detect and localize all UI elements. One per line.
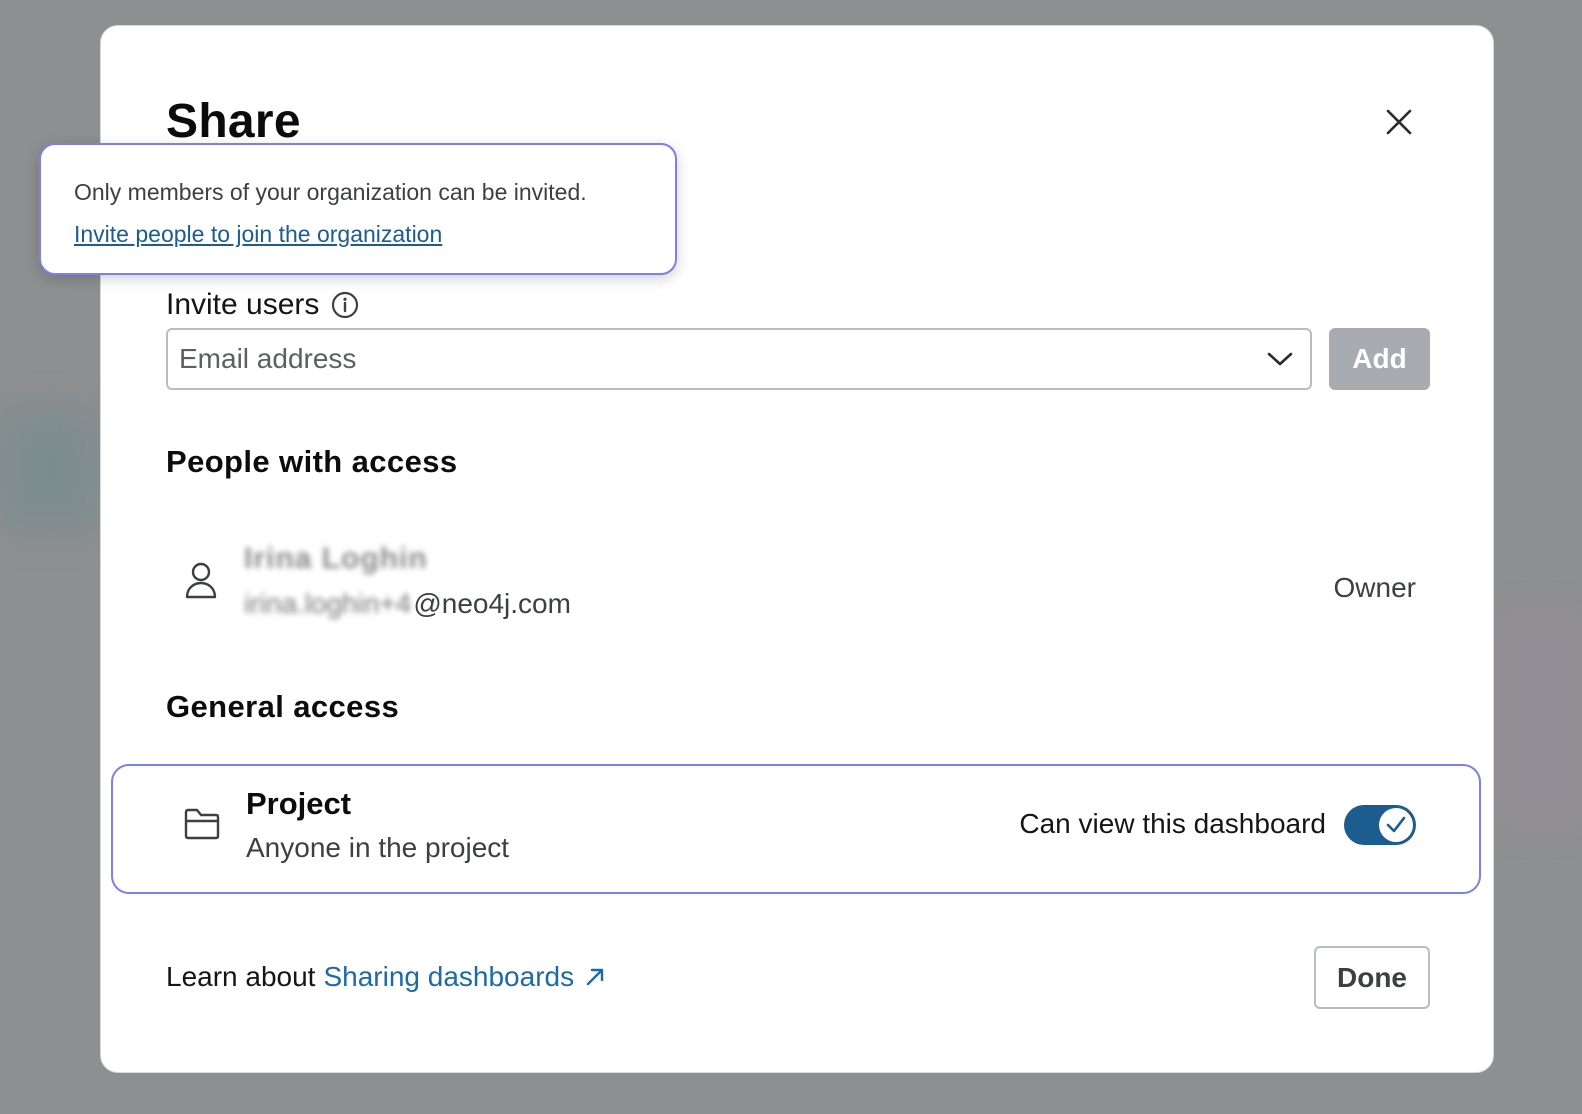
external-link-icon — [584, 966, 606, 988]
person-row: Irina Loghin irina.loghin+4 @neo4j.com O… — [166, 536, 1416, 626]
people-with-access-heading: People with access — [166, 444, 458, 479]
toggle-knob — [1379, 808, 1413, 842]
sharing-dashboards-link[interactable]: Sharing dashboards — [323, 961, 606, 993]
tooltip-message: Only members of your organization can be… — [74, 179, 587, 205]
email-dropdown-toggle[interactable] — [1250, 330, 1310, 388]
chevron-down-icon — [1267, 352, 1293, 366]
view-permission-toggle[interactable] — [1344, 805, 1416, 845]
org-invite-tooltip: Only members of your organization can be… — [39, 143, 677, 275]
info-icon[interactable] — [331, 291, 359, 319]
background-blur-right — [1500, 620, 1582, 820]
general-access-heading: General access — [166, 689, 400, 724]
sharing-dashboards-link-label: Sharing dashboards — [323, 961, 575, 992]
learn-about-row: Learn about Sharing dashboards — [166, 961, 606, 993]
person-role: Owner — [1333, 572, 1416, 603]
person-name: Irina Loghin — [244, 542, 428, 575]
invite-users-label: Invite users — [166, 288, 320, 321]
permission-label: Can view this dashboard — [1019, 808, 1326, 839]
person-email-prefix: irina.loghin+4 — [244, 588, 412, 619]
folder-icon — [184, 808, 220, 840]
person-email: irina.loghin+4 @neo4j.com — [244, 588, 571, 620]
person-icon — [185, 562, 217, 599]
close-icon — [1386, 109, 1412, 135]
dialog-title: Share — [166, 95, 301, 148]
done-button[interactable]: Done — [1314, 946, 1430, 1009]
add-button[interactable]: Add — [1329, 328, 1430, 390]
close-button[interactable] — [1379, 102, 1419, 142]
checkmark-icon — [1386, 816, 1406, 833]
background-blur-left — [0, 410, 100, 530]
email-input[interactable] — [168, 342, 1250, 376]
invite-to-organization-link[interactable]: Invite people to join the organization — [74, 221, 442, 248]
access-option-subtitle: Anyone in the project — [246, 832, 510, 863]
learn-about-prefix: Learn about — [166, 961, 316, 992]
general-access-card: Project Anyone in the project Can view t… — [111, 764, 1481, 894]
person-email-domain: @neo4j.com — [413, 588, 571, 619]
email-field[interactable] — [166, 328, 1312, 390]
invite-users-label-row: Invite users — [166, 288, 359, 322]
access-option-title: Project — [246, 786, 352, 821]
